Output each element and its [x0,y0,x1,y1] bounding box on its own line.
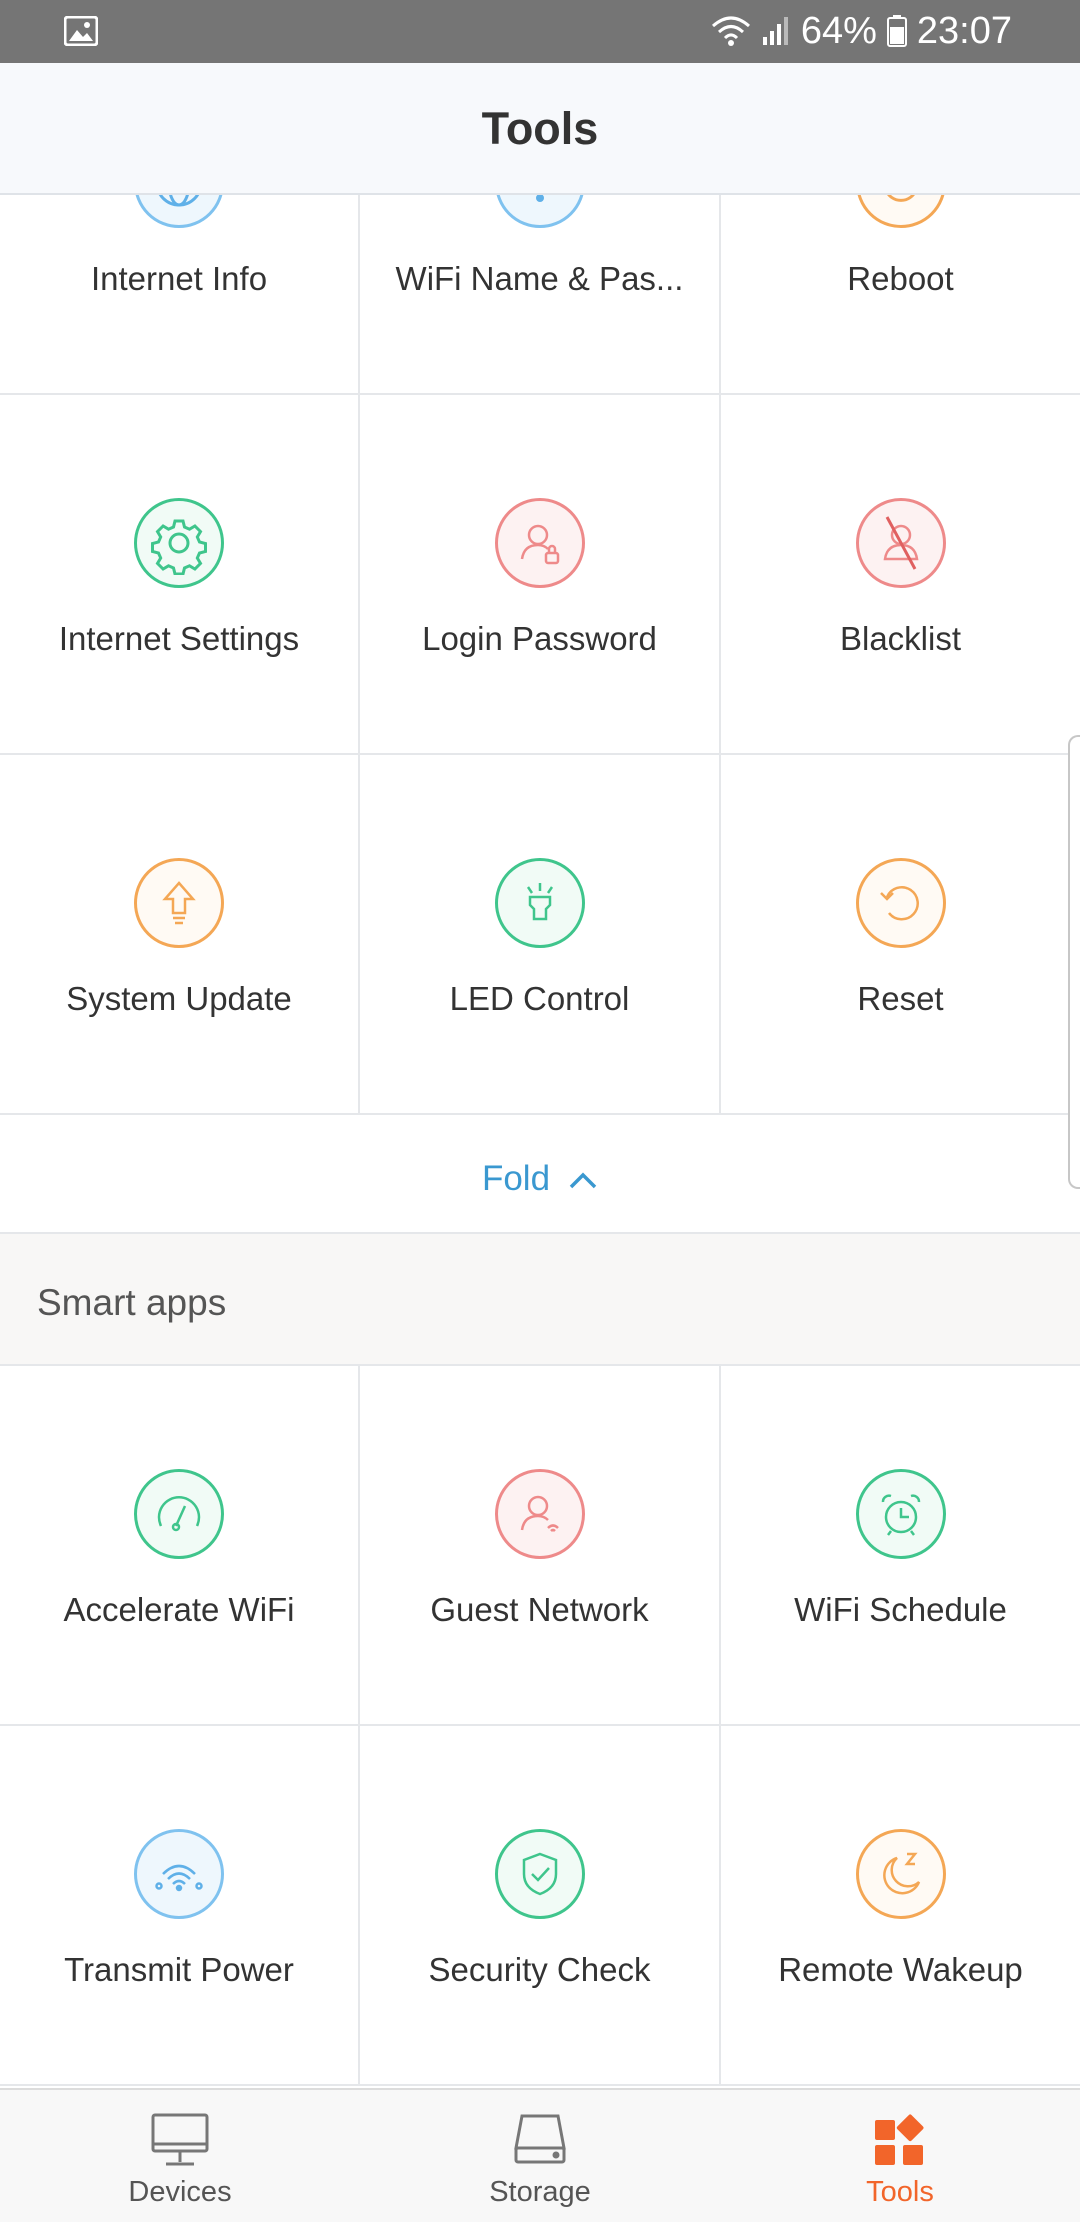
monitor-icon [150,2112,210,2173]
reboot-icon [855,195,946,228]
app-label: Remote Wakeup [778,1951,1023,1988]
tools-grid-icon [872,2112,928,2173]
user-lock-icon [494,498,585,588]
app-remote-wakeup[interactable]: Remote Wakeup [721,1726,1080,2086]
tool-wifi-name-password[interactable]: WiFi Name & Pas... [360,195,721,395]
tool-label: LED Control [449,980,630,1017]
tools-grid: Internet Info WiFi Name & Pas... Reboot [0,195,1080,1115]
nav-label: Storage [489,2176,591,2208]
globe-icon [134,195,224,228]
nav-storage[interactable]: Storage [360,2090,720,2222]
tool-label: Internet Info [90,260,268,297]
app-security-check[interactable]: Security Check [360,1726,721,2086]
app-label: WiFi Schedule [794,1591,1007,1628]
tool-label: Reboot [847,260,954,297]
user-blocked-icon [855,498,946,588]
tools-content[interactable]: Internet Info WiFi Name & Pas... Reboot [0,195,1080,2088]
tool-blacklist[interactable]: Blacklist [721,395,1080,755]
tool-system-update[interactable]: System Update [0,755,360,1115]
alarm-clock-icon [855,1469,946,1559]
gear-icon [134,498,224,588]
edge-panel-handle[interactable] [1068,735,1080,1189]
wifi-signal-icon [134,1829,224,1919]
guest-user-icon [494,1469,585,1559]
tool-internet-settings[interactable]: Internet Settings [0,395,360,755]
tool-label: Blacklist [839,620,962,657]
tool-login-password[interactable]: Login Password [360,395,721,755]
status-bar: 64% 23:07 [0,0,1080,63]
tool-label: WiFi Name & Pas... [395,260,684,297]
led-icon [494,858,585,948]
shield-check-icon [494,1829,585,1919]
app-wifi-schedule[interactable]: WiFi Schedule [721,1366,1080,1726]
app-accelerate-wifi[interactable]: Accelerate WiFi [0,1366,360,1726]
app-label: Accelerate WiFi [63,1591,295,1628]
upload-arrow-icon [134,858,224,948]
tool-label: System Update [66,980,292,1017]
battery-percent: 64% [800,9,877,52]
battery-icon [886,15,907,47]
page-title: Tools [481,103,599,154]
nav-label: Devices [128,2176,232,2208]
app-transmit-power[interactable]: Transmit Power [0,1726,360,2086]
speedometer-icon [134,1469,224,1559]
storage-drive-icon [510,2112,570,2173]
tool-led-control[interactable]: LED Control [360,755,721,1115]
smart-apps-header: Smart apps [0,1234,1080,1366]
app-label: Guest Network [430,1591,649,1628]
tool-label: Reset [857,980,944,1017]
app-guest-network[interactable]: Guest Network [360,1366,721,1726]
wifi-status-icon [711,14,751,48]
app-label: Transmit Power [64,1951,294,1988]
tool-internet-info[interactable]: Internet Info [0,195,360,395]
gallery-notification-icon [63,15,99,51]
app-label: Security Check [428,1951,651,1988]
tool-reboot[interactable]: Reboot [721,195,1080,395]
clock: 23:07 [916,9,1012,52]
app-header: Tools [0,63,1080,195]
tool-label: Login Password [422,620,657,657]
nav-devices[interactable]: Devices [0,2090,360,2222]
signal-status-icon [761,15,791,47]
tool-label: Internet Settings [58,620,300,657]
tool-reset[interactable]: Reset [721,755,1080,1115]
fold-label: Fold [481,1158,551,1198]
nav-tools[interactable]: Tools [720,2090,1080,2222]
reset-icon [855,858,946,948]
moon-z-icon [855,1829,946,1919]
nav-label: Tools [866,2176,934,2208]
section-title: Smart apps [37,1282,227,1323]
bottom-navigation: Devices Storage Tools [0,2088,1080,2222]
fold-button[interactable]: Fold [0,1125,1080,1234]
chevron-up-icon [568,1159,598,1199]
wifi-key-icon [494,195,585,228]
smart-apps-grid: Accelerate WiFi Guest Network WiFi Sched… [0,1366,1080,2086]
